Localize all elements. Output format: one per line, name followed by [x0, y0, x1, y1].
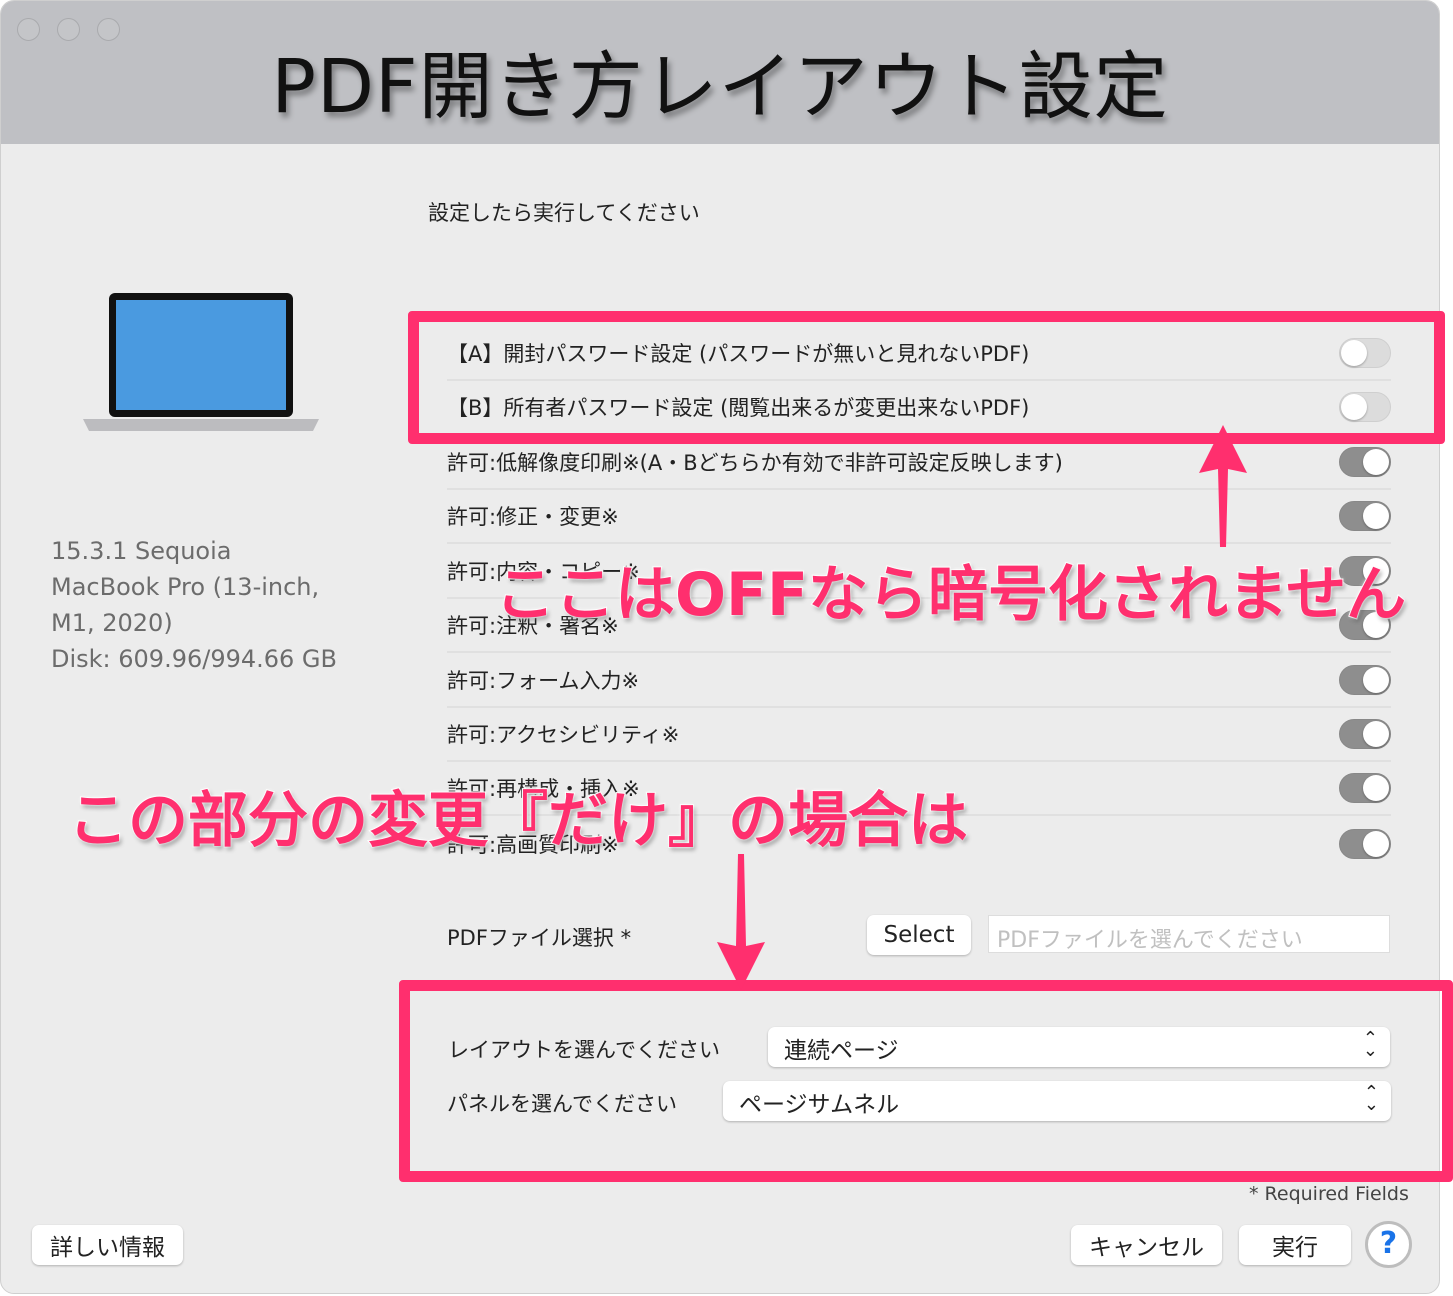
toggle-label: 許可:アクセシビリティ※	[447, 723, 680, 747]
file-path-field[interactable]: PDFファイルを選んでください	[988, 915, 1390, 953]
device-info: 15.3.1 Sequoia MacBook Pro (13-inch, M1,…	[51, 533, 337, 677]
window-title: PDF開き方レイアウト設定	[271, 44, 1169, 130]
toggle-row: 許可:フォーム入力※	[447, 654, 1391, 708]
toggle-switch[interactable]	[1339, 773, 1391, 803]
model-name: MacBook Pro (13-inch,	[51, 573, 320, 601]
arrow-up-icon	[1199, 425, 1247, 547]
toggle-switch[interactable]	[1339, 447, 1391, 477]
instruction-text: 設定したら実行してください	[428, 201, 700, 225]
toggle-switch[interactable]	[1339, 665, 1391, 695]
annotation-box-layout	[399, 980, 1453, 1182]
annotation-top-text: ここはOFFなら暗号化されません	[494, 559, 1407, 631]
details-button[interactable]: 詳しい情報	[32, 1225, 183, 1265]
annotation-box-password	[408, 311, 1445, 444]
cancel-button[interactable]: キャンセル	[1071, 1225, 1222, 1265]
run-button[interactable]: 実行	[1239, 1225, 1351, 1265]
required-note: * Required Fields	[1249, 1183, 1409, 1205]
toggle-switch[interactable]	[1339, 719, 1391, 749]
title-bar: PDF開き方レイアウト設定	[1, 1, 1439, 144]
macbook-icon	[83, 293, 319, 431]
toggle-label: 許可:フォーム入力※	[447, 669, 640, 693]
toggle-switch[interactable]	[1339, 501, 1391, 531]
toggle-row: 許可:アクセシビリティ※	[447, 708, 1391, 762]
annotation-middle-text: この部分の変更『だけ』の場合は	[67, 785, 969, 857]
file-select-label: PDFファイル選択 *	[447, 926, 632, 950]
toggle-switch[interactable]	[1339, 829, 1391, 859]
arrow-down-icon	[717, 854, 765, 990]
help-button[interactable]: ?	[1365, 1221, 1412, 1268]
select-file-button[interactable]: Select	[867, 915, 971, 955]
model-year: M1, 2020)	[51, 609, 173, 637]
os-version: 15.3.1 Sequoia	[51, 537, 232, 565]
disk-usage: Disk: 609.96/994.66 GB	[51, 645, 337, 673]
